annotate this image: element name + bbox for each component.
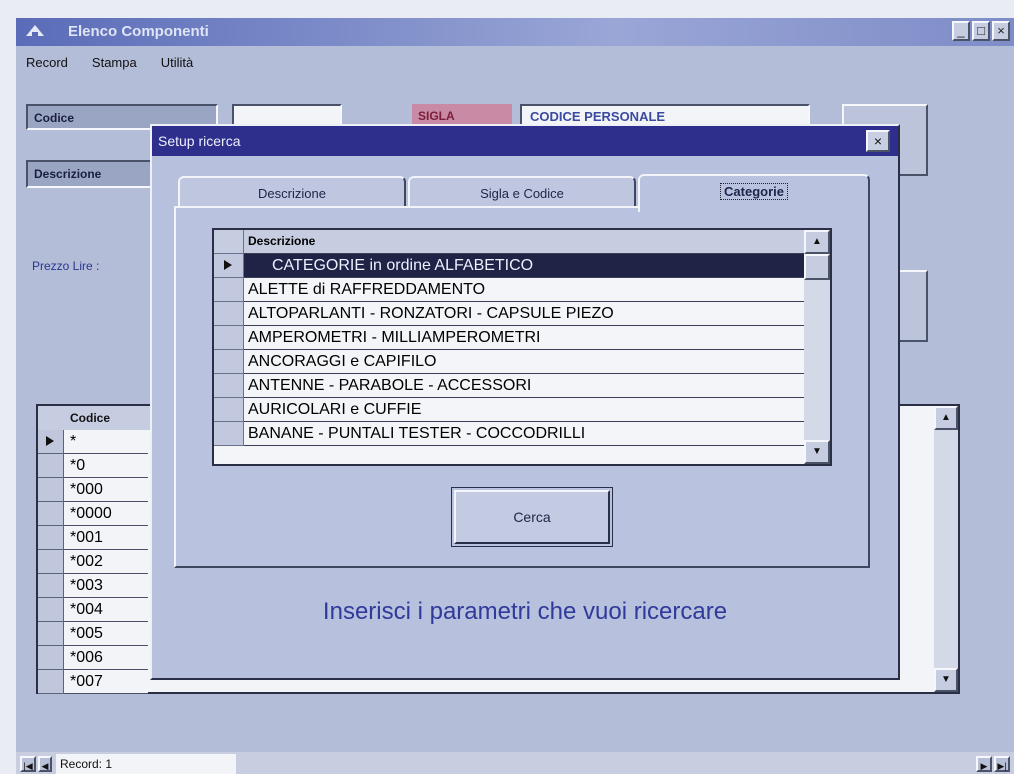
menu-record[interactable]: Record — [26, 55, 68, 70]
first-record-icon[interactable]: |◀ — [20, 756, 36, 772]
hint-text: Inserisci i parametri che vuoi ricercare — [322, 598, 728, 625]
grid-scrollbar[interactable]: ▲ ▼ — [934, 406, 958, 692]
cerca-button[interactable]: Cerca — [451, 487, 613, 547]
grid-row-selector[interactable] — [38, 526, 64, 550]
app-icon[interactable] — [24, 22, 46, 40]
grid-row-selector[interactable] — [38, 622, 64, 646]
list-item[interactable]: CATEGORIE in ordine ALFABETICO — [244, 254, 804, 278]
grid-row-selector[interactable] — [38, 502, 64, 526]
list-item[interactable]: AMPEROMETRI - MILLIAMPEROMETRI — [244, 326, 804, 350]
list-row-selector[interactable] — [214, 254, 244, 278]
list-scroll-down-icon[interactable]: ▼ — [804, 440, 830, 464]
list-item[interactable]: ANCORAGGI e CAPIFILO — [244, 350, 804, 374]
list-item[interactable]: ANTENNE - PARABOLE - ACCESSORI — [244, 374, 804, 398]
grid-cell-codice[interactable]: *004 — [64, 598, 148, 622]
window-title: Elenco Componenti — [16, 18, 1014, 46]
list-scrollbar[interactable]: ▲ ▼ — [804, 230, 830, 464]
scroll-up-icon[interactable]: ▲ — [934, 406, 958, 430]
list-row-selector[interactable] — [214, 398, 244, 422]
grid-row-selector[interactable] — [38, 598, 64, 622]
dialog-title: Setup ricerca — [152, 126, 898, 156]
grid-cell-codice[interactable]: *005 — [64, 622, 148, 646]
grid-cell-codice[interactable]: *006 — [64, 646, 148, 670]
list-scroll-up-icon[interactable]: ▲ — [804, 230, 830, 254]
grid-row-selector[interactable] — [38, 430, 64, 454]
grid-cell-codice[interactable]: *003 — [64, 574, 148, 598]
tab-descrizione[interactable]: Descrizione — [178, 176, 406, 210]
list-row-selector[interactable] — [214, 374, 244, 398]
list-item[interactable]: ALETTE di RAFFREDDAMENTO — [244, 278, 804, 302]
next-record-icon[interactable]: ▶ — [976, 756, 992, 772]
list-item[interactable]: ALTOPARLANTI - RONZATORI - CAPSULE PIEZO — [244, 302, 804, 326]
prezzo-label: Prezzo Lire : — [32, 259, 100, 273]
grid-cell-codice[interactable]: *007 — [64, 670, 148, 694]
grid-row-selector[interactable] — [38, 670, 64, 694]
grid-cell-codice[interactable]: *002 — [64, 550, 148, 574]
grid-cell-codice[interactable]: * — [64, 430, 148, 454]
tab-categorie[interactable]: Categorie — [638, 174, 870, 212]
grid-row-selector[interactable] — [38, 646, 64, 670]
dialog-close-icon[interactable]: × — [866, 130, 890, 152]
menu-utilita[interactable]: Utilità — [161, 55, 194, 70]
list-row-selector[interactable] — [214, 278, 244, 302]
grid-corner — [38, 406, 64, 430]
scroll-down-icon[interactable]: ▼ — [934, 668, 958, 692]
list-corner — [214, 230, 244, 254]
descrizione-label: Descrizione — [26, 160, 152, 188]
grid-cell-codice[interactable]: *000 — [64, 478, 148, 502]
list-row-selector[interactable] — [214, 302, 244, 326]
list-item[interactable]: AURICOLARI e CUFFIE — [244, 398, 804, 422]
last-record-icon[interactable]: ▶| — [994, 756, 1010, 772]
record-counter: Record: 1 — [56, 754, 236, 774]
grid-cell-codice[interactable]: *0000 — [64, 502, 148, 526]
minimize-button[interactable]: _ — [952, 21, 970, 41]
list-row-selector[interactable] — [214, 326, 244, 350]
tab-sigla-codice[interactable]: Sigla e Codice — [408, 176, 636, 210]
grid-cell-codice[interactable]: *001 — [64, 526, 148, 550]
maximize-button[interactable]: □ — [972, 21, 990, 41]
menu-stampa[interactable]: Stampa — [92, 55, 137, 70]
menu-bar: Record Stampa Utilità — [16, 48, 1014, 78]
prev-record-icon[interactable]: ◀ — [38, 756, 52, 772]
close-window-button[interactable]: × — [992, 21, 1010, 41]
grid-row-selector[interactable] — [38, 574, 64, 598]
list-header: Descrizione — [244, 230, 804, 254]
list-scroll-thumb[interactable] — [804, 254, 830, 280]
tab-categorie-label: Categorie — [720, 183, 788, 200]
grid-row-selector[interactable] — [38, 550, 64, 574]
list-row-selector[interactable] — [214, 350, 244, 374]
grid-row-selector[interactable] — [38, 478, 64, 502]
grid-cell-codice[interactable]: *0 — [64, 454, 148, 478]
list-row-selector[interactable] — [214, 422, 244, 446]
grid-row-selector[interactable] — [38, 454, 64, 478]
list-item[interactable]: BANANE - PUNTALI TESTER - COCCODRILLI — [244, 422, 804, 446]
grid-header-codice: Codice — [64, 406, 150, 430]
